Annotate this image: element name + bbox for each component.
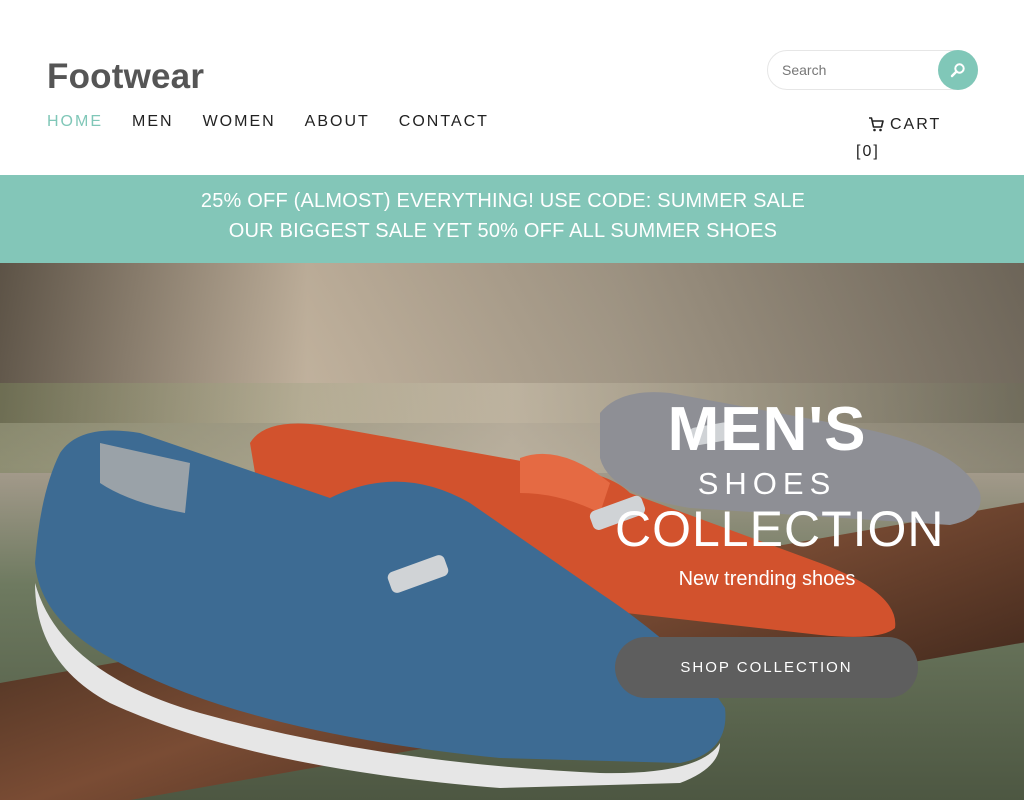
site-header: Footwear HOME MEN WOMEN ABOUT CONTACT CA…	[0, 0, 1024, 175]
promo-line-1: 25% OFF (ALMOST) EVERYTHING! USE CODE: S…	[200, 190, 806, 212]
hero-title-shoes: SHOES	[697, 466, 837, 501]
shop-collection-button[interactable]: SHOP COLLECTION	[615, 637, 918, 698]
cart-link[interactable]: CART [0]	[856, 111, 966, 165]
hero-title-collection: COLLECTION	[615, 501, 945, 557]
search-input[interactable]	[782, 59, 932, 81]
promo-line-2: OUR BIGGEST SALE YET 50% OFF ALL SUMMER …	[228, 220, 778, 242]
hero-text: MEN'S SHOES COLLECTION New trending shoe…	[615, 395, 945, 591]
cart-label: CART	[890, 116, 942, 133]
search-box	[767, 50, 978, 90]
nav-women[interactable]: WOMEN	[203, 113, 276, 131]
search-icon	[950, 63, 965, 78]
nav-about[interactable]: ABOUT	[305, 113, 370, 131]
nav-men[interactable]: MEN	[132, 113, 174, 131]
nav-contact[interactable]: CONTACT	[399, 113, 489, 131]
promo-banner: 25% OFF (ALMOST) EVERYTHING! USE CODE: S…	[0, 175, 1024, 263]
site-logo[interactable]: Footwear	[47, 57, 204, 97]
hero-banner: MEN'S SHOES COLLECTION New trending shoe…	[0, 263, 1024, 800]
main-nav: HOME MEN WOMEN ABOUT CONTACT	[47, 113, 518, 131]
cart-icon	[869, 117, 884, 132]
hero-title-mens: MEN'S	[667, 395, 867, 464]
nav-home[interactable]: HOME	[47, 113, 103, 131]
cart-count: [0]	[856, 143, 880, 160]
search-button[interactable]	[938, 50, 978, 90]
hero-subtitle: New trending shoes	[678, 568, 856, 590]
